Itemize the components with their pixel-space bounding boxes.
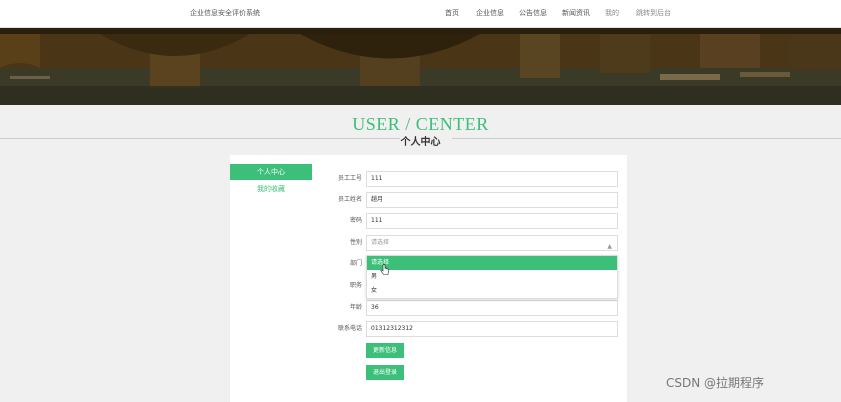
position-label: 职务 (349, 282, 362, 289)
watermark: CSDN @拉期程序 (666, 376, 765, 390)
gender-option-male[interactable]: 男 (367, 270, 617, 284)
employee-id-label: 员工工号 (337, 175, 362, 182)
form-row-employee-name: 员工姓名 趙月 (320, 192, 620, 208)
site-title: 企业信息安全评价系统 (190, 9, 260, 17)
password-label: 密码 (349, 217, 362, 224)
employee-name-input[interactable]: 趙月 (366, 192, 618, 208)
employee-name-label: 员工姓名 (337, 196, 362, 203)
form-row-age: 年龄 36 (320, 300, 620, 316)
password-input[interactable]: 111 (366, 213, 618, 229)
nav-announcements[interactable]: 公告信息 (519, 8, 547, 18)
logout-button[interactable]: 退出登录 (366, 365, 404, 380)
employee-id-input[interactable]: 111 (366, 171, 618, 187)
gender-option-placeholder[interactable]: 请选择 (367, 256, 617, 270)
phone-label: 联系电话 (337, 325, 362, 332)
gender-select[interactable]: 请选择 ▲ (366, 235, 618, 251)
nav-home[interactable]: 首页 (445, 8, 459, 18)
nav-admin[interactable]: 跳转到后台 (636, 8, 671, 18)
side-menu-my-favorites[interactable]: 我的收藏 (230, 181, 312, 197)
banner-image (0, 28, 841, 105)
gender-select-value: 请选择 (371, 239, 390, 246)
nav-news[interactable]: 新闻资讯 (562, 8, 590, 18)
form-row-phone: 联系电话 01312312312 (320, 321, 620, 337)
form-row-employee-id: 员工工号 111 (320, 171, 620, 187)
nav-company-info[interactable]: 企业信息 (476, 8, 504, 18)
page-title: USER / CENTER (352, 114, 489, 134)
update-info-button[interactable]: 更新信息 (366, 343, 404, 358)
department-label: 部门 (349, 260, 362, 267)
chevron-up-icon: ▲ (607, 243, 612, 250)
hand-cursor-icon (380, 264, 389, 275)
gender-dropdown-list: 请选择 男 女 (366, 255, 618, 299)
gender-label: 性别 (349, 239, 362, 246)
gender-option-female[interactable]: 女 (367, 284, 617, 298)
top-navbar: 企业信息安全评价系统 首页 企业信息 公告信息 新闻资讯 我的 跳转到后台 (0, 0, 841, 28)
side-menu-personal-center[interactable]: 个人中心 (230, 164, 312, 180)
nav-mine[interactable]: 我的 (605, 8, 619, 18)
page-subtitle: 个人中心 (400, 137, 441, 148)
age-input[interactable]: 36 (366, 300, 618, 316)
form-row-password: 密码 111 (320, 213, 620, 229)
form-row-gender: 性别 请选择 ▲ (320, 235, 620, 251)
side-menu: 个人中心 我的收藏 (230, 164, 312, 198)
age-label: 年龄 (349, 304, 362, 311)
phone-input[interactable]: 01312312312 (366, 321, 618, 337)
